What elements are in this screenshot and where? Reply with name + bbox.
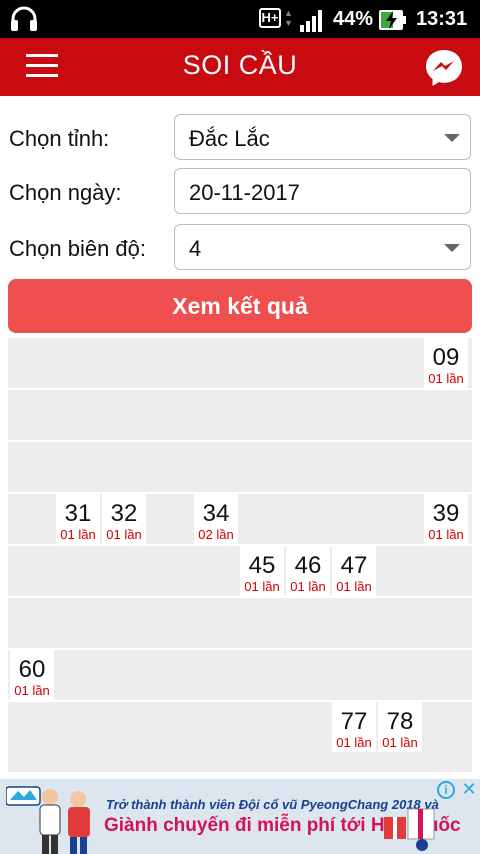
number-value: 32 xyxy=(110,500,138,527)
battery-charging-icon xyxy=(379,10,406,30)
number-cell: 09 01 lần xyxy=(424,338,468,388)
info-icon[interactable]: i xyxy=(437,781,455,799)
occurrence-count: 01 lần xyxy=(336,735,372,750)
messenger-icon[interactable] xyxy=(424,48,464,88)
row-divider xyxy=(8,388,472,390)
occurrence-count: 01 lần xyxy=(428,527,464,542)
ad-people-image xyxy=(39,789,90,854)
amplitude-value: 4 xyxy=(189,236,202,261)
number-cell: 77 01 lần xyxy=(332,702,376,752)
number-cell: 60 01 lần xyxy=(10,650,54,700)
number-value: 39 xyxy=(432,500,460,527)
date-input[interactable]: 20-11-2017 xyxy=(174,168,471,214)
occurrence-count: 01 lần xyxy=(382,735,418,750)
number-value: 31 xyxy=(64,500,92,527)
row-divider xyxy=(8,596,472,598)
amplitude-row: Chọn biên độ: 4 xyxy=(0,224,480,272)
number-value: 09 xyxy=(432,344,460,371)
number-value: 45 xyxy=(248,552,276,579)
results-grid: 09 01 lần 31 01 lần 32 01 lần 34 02 lần … xyxy=(8,338,472,772)
number-value: 34 xyxy=(202,500,230,527)
close-icon[interactable]: ✕ xyxy=(460,779,478,799)
province-select[interactable]: Đắc Lắc xyxy=(174,114,471,160)
occurrence-count: 01 lần xyxy=(14,683,50,698)
number-cell: 45 01 lần xyxy=(240,546,284,596)
battery-percent: 44% xyxy=(333,8,374,30)
number-value: 78 xyxy=(386,708,414,735)
occurrence-count: 01 lần xyxy=(60,527,96,542)
page-title: SOI CẦU xyxy=(182,50,298,80)
date-label: Chọn ngày: xyxy=(9,180,122,205)
province-label: Chọn tỉnh: xyxy=(9,126,110,151)
occurrence-count: 01 lần xyxy=(106,527,142,542)
number-value: 46 xyxy=(294,552,322,579)
number-value: 60 xyxy=(18,656,46,683)
signal-strength-icon xyxy=(300,10,322,32)
date-row: Chọn ngày: 20-11-2017 xyxy=(0,168,480,216)
province-row: Chọn tỉnh: Đắc Lắc xyxy=(0,114,480,162)
number-cell: 34 02 lần xyxy=(194,494,238,544)
occurrence-count: 01 lần xyxy=(336,579,372,594)
ad-gift-image xyxy=(384,808,435,851)
date-value: 20-11-2017 xyxy=(189,180,300,205)
dropdown-arrow-icon xyxy=(444,134,460,142)
amplitude-label: Chọn biên độ: xyxy=(9,236,146,261)
number-cell: 31 01 lần xyxy=(56,494,100,544)
province-value: Đắc Lắc xyxy=(189,126,270,151)
status-bar: H+ ▲ ▼ 44% 13:31 xyxy=(0,0,480,38)
network-type-indicator: H+ xyxy=(259,8,281,28)
headphones-icon xyxy=(11,6,37,31)
amplitude-select[interactable]: 4 xyxy=(174,224,471,270)
app-bar: SOI CẦU xyxy=(0,38,480,96)
number-cell: 47 01 lần xyxy=(332,546,376,596)
dropdown-arrow-icon xyxy=(444,244,460,252)
number-cell: 39 01 lần xyxy=(424,494,468,544)
row-divider xyxy=(8,648,472,650)
row-divider xyxy=(8,440,472,442)
ad-banner[interactable]: Trở thành thành viên Đội cổ vũ PyeongCha… xyxy=(0,779,480,854)
number-value: 77 xyxy=(340,708,368,735)
occurrence-count: 01 lần xyxy=(428,371,464,386)
number-cell: 78 01 lần xyxy=(378,702,422,752)
number-value: 47 xyxy=(340,552,368,579)
occurrence-count: 01 lần xyxy=(244,579,280,594)
view-results-button[interactable]: Xem kết quả xyxy=(8,279,472,333)
data-activity-icon: ▲ ▼ xyxy=(284,8,293,28)
occurrence-count: 01 lần xyxy=(290,579,326,594)
occurrence-count: 02 lần xyxy=(198,527,234,542)
number-cell: 46 01 lần xyxy=(286,546,330,596)
number-cell: 32 01 lần xyxy=(102,494,146,544)
clock: 13:31 xyxy=(416,8,468,30)
